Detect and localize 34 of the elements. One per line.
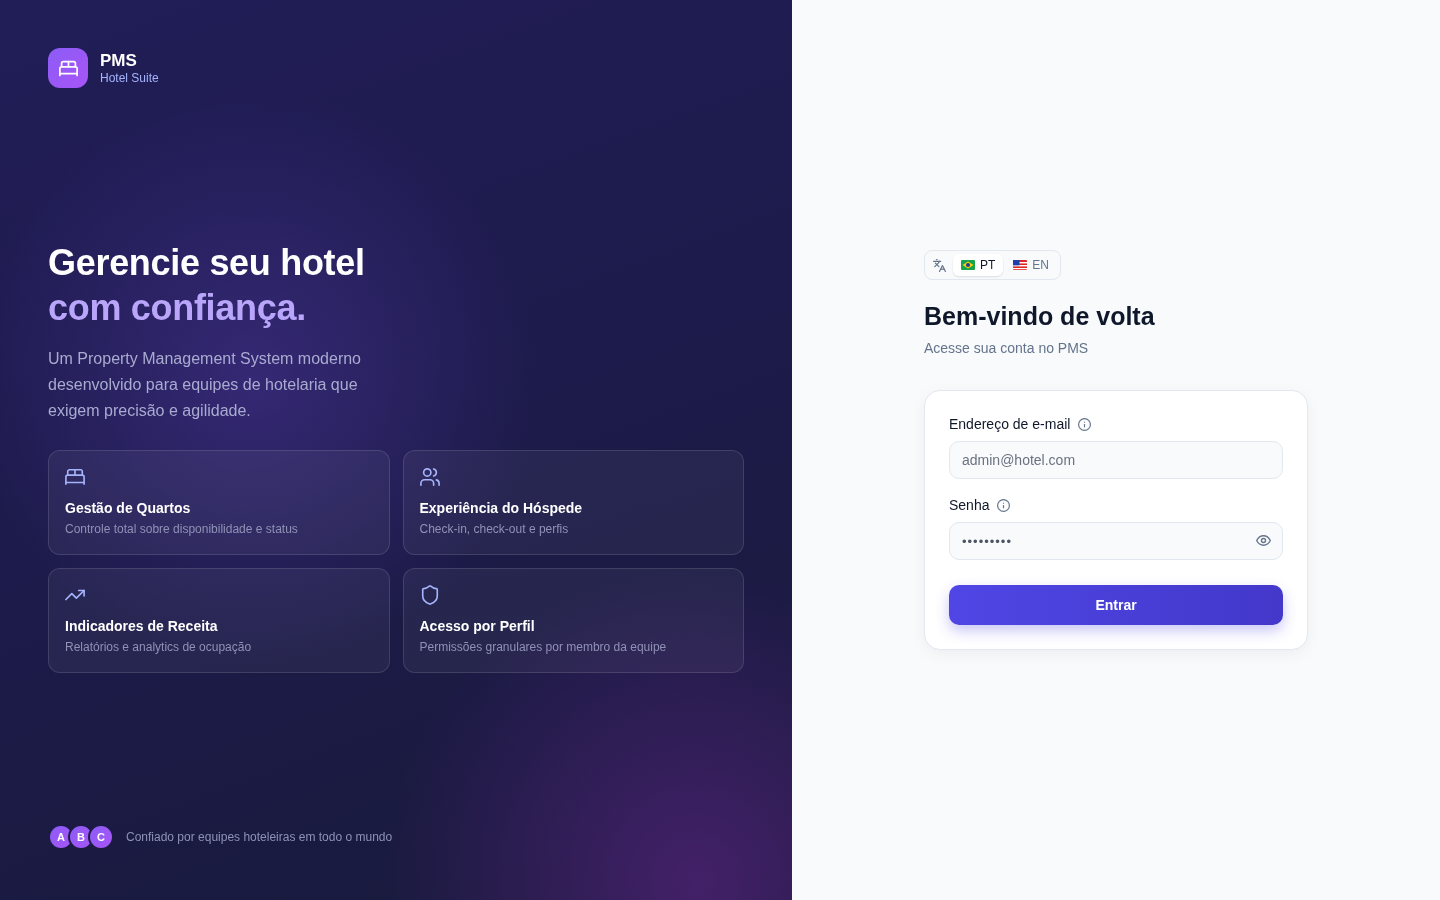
hero-title: Gerencie seu hotel <box>48 240 365 285</box>
bed-icon <box>65 466 85 487</box>
language-option[interactable]: EN <box>1005 254 1057 276</box>
feature-description: Permissões granulares por membro da equipe <box>419 638 667 655</box>
feature-title: Indicadores de Receita <box>65 616 218 635</box>
field-label: Endereço de e-mail <box>949 416 1071 432</box>
login-title: Bem-vindo de volta <box>924 301 1155 332</box>
submit-button[interactable]: Entrar <box>949 585 1283 625</box>
login-subtitle: Acesse sua conta no PMS <box>924 339 1089 358</box>
feature-title: Experiência do Hóspede <box>419 498 583 517</box>
bed-logo-icon <box>48 48 88 88</box>
email-field[interactable]: admin@hotel.com <box>949 441 1283 479</box>
trust-text: Confiado por equipes hoteleiras em todo o mundo <box>126 830 393 844</box>
brand-tagline: Hotel Suite <box>100 70 159 86</box>
users-icon <box>419 466 440 487</box>
password-field[interactable]: ••••••••• <box>949 522 1283 560</box>
hero-description: Um Property Management System moderno desenvolvido para equipes de hotelaria que exigem precisão e agilidade. <box>48 348 362 421</box>
feature-description: Check-in, check-out e perfis <box>419 520 569 537</box>
info-icon <box>1078 417 1092 431</box>
field-label: Senha <box>949 497 990 513</box>
feature-description: Controle total sobre disponibilidade e status <box>65 520 298 537</box>
feature-title: Gestão de Quartos <box>65 498 191 517</box>
eye-icon[interactable] <box>1256 533 1271 548</box>
hero-title-highlight: com confiança. <box>48 285 306 330</box>
info-icon <box>997 498 1011 512</box>
feature-description: Relatórios e analytics de ocupação <box>65 638 252 655</box>
shield-icon <box>419 584 440 605</box>
translate-icon <box>933 258 946 272</box>
feature-title: Acesso por Perfil <box>419 616 535 635</box>
flag-icon <box>1013 260 1028 270</box>
flag-icon <box>961 260 975 270</box>
avatar: C <box>88 824 114 850</box>
language-option[interactable]: PT <box>953 254 1004 276</box>
brand-name: PMS <box>100 50 138 71</box>
